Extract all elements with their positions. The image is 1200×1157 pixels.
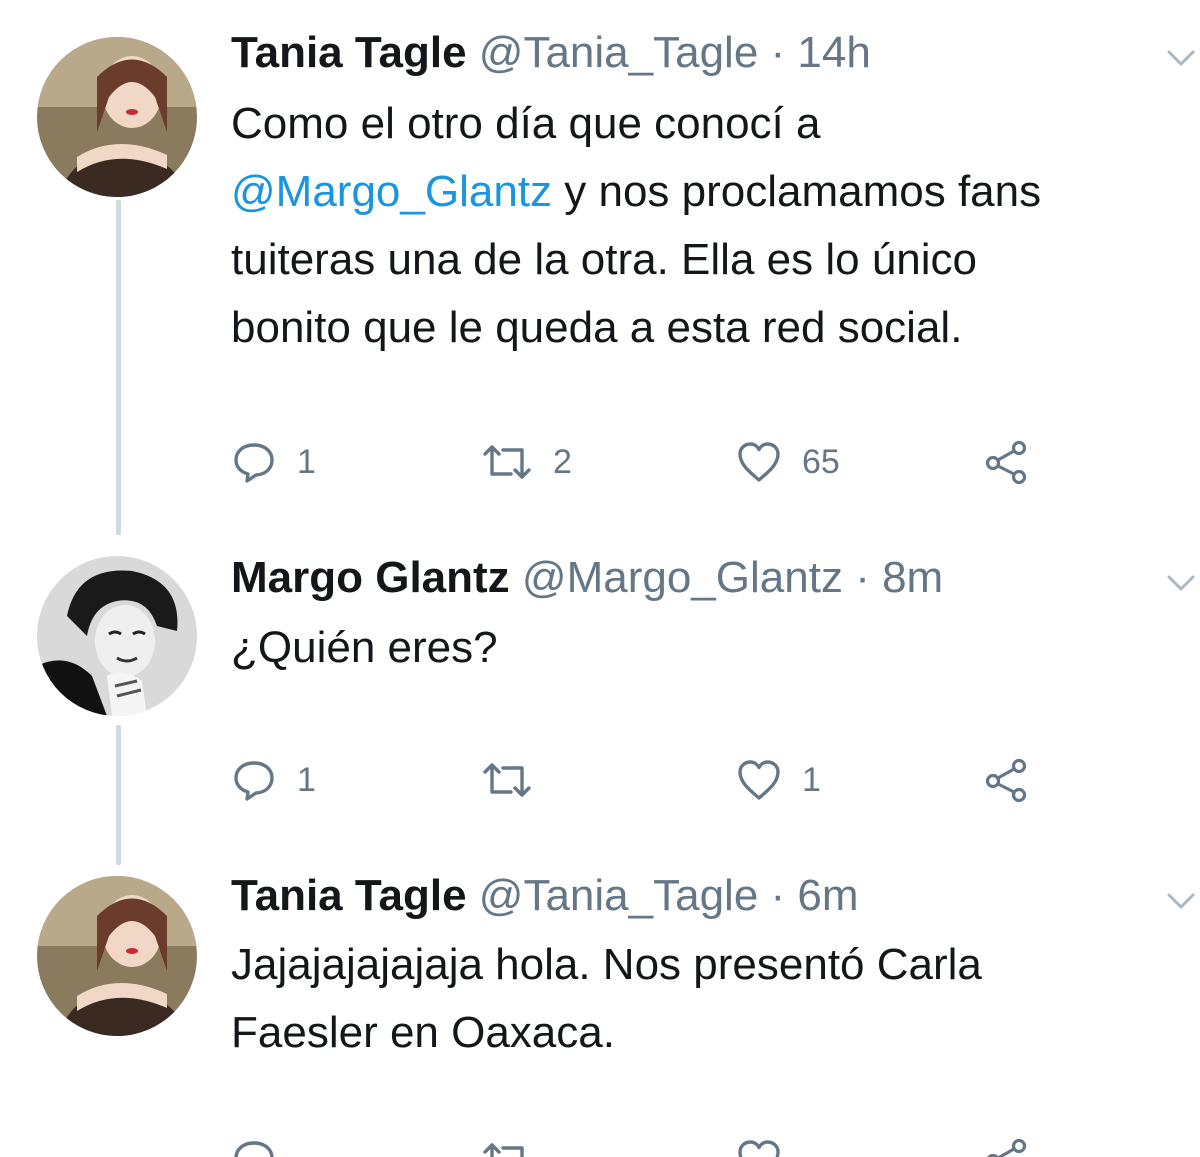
share-button[interactable] (983, 437, 1029, 487)
heart-icon (736, 440, 782, 484)
like-count: 1 (802, 760, 821, 799)
chevron-down-icon[interactable] (1166, 573, 1196, 593)
tweet-text-line: bonito que le queda a esta red social. (231, 303, 963, 352)
retweet-icon (481, 442, 533, 482)
display-name[interactable]: Tania Tagle (231, 871, 467, 920)
reply-button[interactable]: 1 (231, 755, 316, 805)
chevron-down-icon[interactable] (1166, 891, 1196, 911)
like-count: 65 (802, 442, 840, 481)
heart-icon (736, 758, 782, 802)
tweet-actions (231, 1135, 1051, 1157)
reply-button[interactable] (231, 1135, 277, 1157)
tweet-text: Como el otro día que conocí a @Margo_Gla… (231, 90, 1196, 362)
display-name[interactable]: Tania Tagle (231, 28, 467, 77)
retweet-count: 2 (553, 442, 572, 481)
display-name[interactable]: Margo Glantz (231, 553, 510, 602)
retweet-icon (481, 1140, 533, 1157)
share-button[interactable] (983, 1135, 1029, 1157)
share-icon (983, 757, 1029, 803)
share-icon (983, 1137, 1029, 1157)
tweet-text-line: @Margo_Glantz y nos proclamamos fans (231, 158, 1196, 226)
share-icon (983, 439, 1029, 485)
separator: · (770, 28, 786, 77)
reply-count: 1 (297, 760, 316, 799)
username[interactable]: @Tania_Tagle (479, 28, 759, 77)
like-button[interactable]: 1 (736, 755, 821, 805)
tweet-text-line: tuiteras una de la otra. Ella es lo únic… (231, 235, 978, 284)
tweet-text: Jajajajajajaja hola. Nos presentó Carla … (231, 931, 1196, 1067)
avatar[interactable] (37, 876, 197, 1036)
timestamp[interactable]: 14h (797, 28, 870, 77)
share-button[interactable] (983, 755, 1029, 805)
tweet-actions: 1 1 (231, 755, 1051, 805)
username[interactable]: @Tania_Tagle (479, 871, 759, 920)
timestamp[interactable]: 6m (797, 871, 858, 920)
thread-line (116, 200, 121, 535)
thread-line (116, 725, 121, 865)
separator: · (770, 871, 786, 920)
reply-icon (231, 439, 277, 485)
separator: · (855, 553, 870, 602)
tweet-text: ¿Quién eres? (231, 614, 1196, 682)
reply-icon (231, 757, 277, 803)
avatar[interactable] (37, 37, 197, 197)
chevron-down-icon[interactable] (1166, 48, 1196, 68)
reply-button[interactable]: 1 (231, 437, 316, 487)
username[interactable]: @Margo_Glantz (522, 553, 843, 602)
avatar[interactable] (37, 556, 197, 716)
retweet-button[interactable] (481, 1135, 533, 1157)
tweet-text-line: Faesler en Oaxaca. (231, 1008, 615, 1057)
retweet-button[interactable] (481, 755, 533, 805)
tweet-text-line: Jajajajajajaja hola. Nos presentó Carla (231, 940, 982, 989)
tweet-text-line: ¿Quién eres? (231, 623, 498, 672)
like-button[interactable]: 65 (736, 437, 840, 487)
timestamp[interactable]: 8m (882, 553, 943, 602)
mention-link[interactable]: @Margo_Glantz (231, 167, 552, 216)
retweet-button[interactable]: 2 (481, 437, 572, 487)
tweet-text-fragment: y nos proclamamos fans (552, 167, 1042, 216)
retweet-icon (481, 760, 533, 800)
reply-count: 1 (297, 442, 316, 481)
tweet-text-line: Como el otro día que conocí a (231, 99, 821, 148)
like-button[interactable] (736, 1135, 782, 1157)
reply-icon (231, 1137, 277, 1157)
tweet-actions: 1 2 65 (231, 437, 1051, 487)
heart-icon (736, 1138, 782, 1157)
